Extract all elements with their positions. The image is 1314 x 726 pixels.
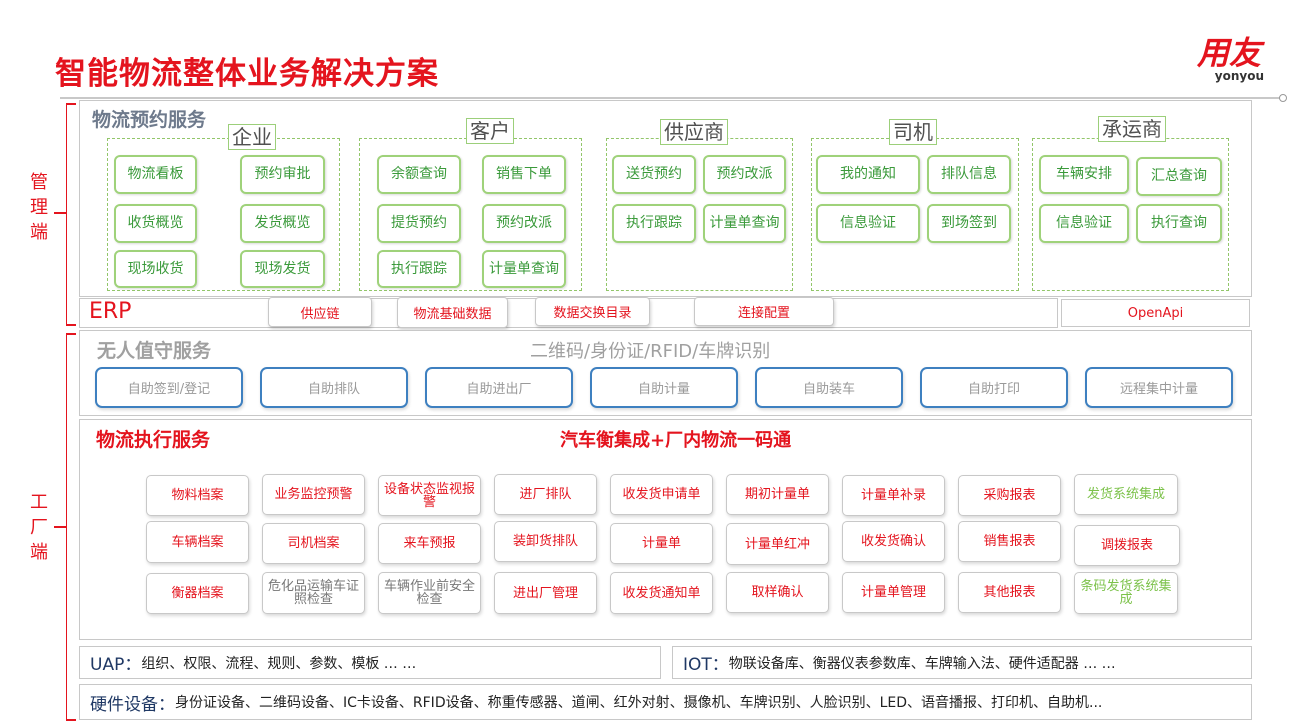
btn-scale-file[interactable]: 衡器档案: [146, 573, 249, 614]
iot-bar: IOT： 物联设备库、衡器仪表参数库、车牌输入法、硬件适配器 … …: [672, 646, 1252, 679]
btn-onsite-receipt[interactable]: 现场收货: [114, 250, 197, 288]
bracket-tick: [66, 324, 76, 326]
bracket-tick: [66, 103, 76, 105]
btn-shipping-confirm[interactable]: 收发货确认: [842, 521, 945, 562]
btn-remote-weigh[interactable]: 远程集中计量: [1085, 367, 1233, 408]
btn-self-checkin[interactable]: 自助签到/登记: [95, 367, 243, 408]
btn-arrival-checkin[interactable]: 到场签到: [927, 204, 1011, 243]
btn-execution-tracking[interactable]: 执行跟踪: [377, 250, 461, 288]
execution-service-subtitle: 汽车衡集成+厂内物流一码通: [560, 430, 792, 451]
booking-service-title: 物流预约服务: [92, 109, 207, 131]
btn-queue-info[interactable]: 排队信息: [927, 155, 1011, 194]
uap-text: 组织、权限、流程、规则、参数、模板 … …: [141, 655, 417, 672]
btn-driver-file[interactable]: 司机档案: [262, 523, 365, 564]
btn-barcode-integration[interactable]: 条码发货系统集成: [1074, 572, 1178, 614]
bracket-tick: [54, 526, 66, 528]
btn-summary-query[interactable]: 汇总查询: [1136, 157, 1222, 196]
btn-self-queue[interactable]: 自助排队: [260, 367, 408, 408]
execution-service-title: 物流执行服务: [96, 429, 211, 451]
btn-self-weigh[interactable]: 自助计量: [590, 367, 738, 408]
btn-booking-approval[interactable]: 预约审批: [240, 155, 325, 194]
btn-supplier-reassign[interactable]: 预约改派: [703, 155, 786, 194]
erp-supply-chain[interactable]: 供应链: [268, 297, 372, 327]
btn-business-alert[interactable]: 业务监控预警: [262, 474, 365, 515]
btn-carrier-verify[interactable]: 信息验证: [1039, 204, 1129, 243]
iot-text: 物联设备库、衡器仪表参数库、车牌输入法、硬件适配器 … …: [728, 655, 1116, 672]
btn-vehicle-arrange[interactable]: 车辆安排: [1039, 155, 1129, 194]
erp-connection-config[interactable]: 连接配置: [694, 297, 834, 326]
btn-transfer-report[interactable]: 调拨报表: [1074, 525, 1180, 566]
btn-onsite-delivery[interactable]: 现场发货: [240, 250, 325, 288]
btn-my-notices[interactable]: 我的通知: [816, 155, 920, 194]
openapi-box[interactable]: OpenApi: [1061, 299, 1250, 327]
btn-ticket-management[interactable]: 计量单管理: [842, 572, 945, 613]
management-bracket: [66, 103, 67, 325]
header-divider-dot: [1279, 94, 1287, 102]
btn-vehicle-file[interactable]: 车辆档案: [146, 521, 249, 563]
btn-logistics-board[interactable]: 物流看板: [114, 155, 197, 194]
management-label: 管理端: [30, 172, 48, 243]
erp-exchange-catalog[interactable]: 数据交换目录: [535, 297, 650, 326]
bracket-tick: [66, 719, 76, 721]
btn-sampling-confirm[interactable]: 取样确认: [726, 572, 829, 613]
btn-driver-verify[interactable]: 信息验证: [816, 204, 920, 243]
btn-pickup-booking[interactable]: 提货预约: [377, 204, 461, 243]
btn-booking-reassign[interactable]: 预约改派: [482, 204, 566, 243]
btn-ticket-supplement[interactable]: 计量单补录: [842, 475, 945, 516]
btn-shipping-integration[interactable]: 发货系统集成: [1074, 474, 1178, 515]
btn-supplier-tracking[interactable]: 执行跟踪: [612, 204, 696, 243]
group-carrier-title: 承运商: [1098, 116, 1166, 142]
unmanned-service-title: 无人值守服务: [97, 340, 212, 362]
uap-bar: UAP： 组织、权限、流程、规则、参数、模板 … …: [79, 646, 661, 679]
btn-pre-operation-check[interactable]: 车辆作业前安全检查: [378, 572, 481, 614]
erp-base-data[interactable]: 物流基础数据: [397, 297, 508, 328]
group-customer-title: 客户: [466, 118, 514, 144]
btn-weigh-ticket[interactable]: 计量单: [610, 523, 713, 564]
btn-supplier-ticket-query[interactable]: 计量单查询: [703, 204, 786, 243]
btn-sales-order[interactable]: 销售下单: [482, 155, 566, 194]
btn-delivery-booking[interactable]: 送货预约: [612, 155, 696, 194]
page-title: 智能物流整体业务解决方案: [55, 56, 439, 92]
btn-entry-queue[interactable]: 进厂排队: [494, 474, 597, 515]
btn-shipping-notice[interactable]: 收发货通知单: [610, 572, 713, 614]
btn-weigh-ticket-query[interactable]: 计量单查询: [482, 250, 566, 288]
btn-shipping-request[interactable]: 收发货申请单: [610, 474, 713, 515]
header-divider: [60, 97, 1282, 99]
btn-sales-report[interactable]: 销售报表: [958, 521, 1061, 562]
btn-initial-ticket[interactable]: 期初计量单: [726, 474, 829, 515]
factory-bracket: [66, 333, 67, 720]
btn-ticket-reverse[interactable]: 计量单红冲: [726, 523, 829, 565]
btn-self-gate[interactable]: 自助进出厂: [425, 367, 573, 408]
logo-cn: 用友: [1196, 34, 1261, 72]
iot-label: IOT：: [683, 655, 729, 675]
btn-hazmat-check[interactable]: 危化品运输车证照检查: [262, 572, 365, 614]
btn-other-report[interactable]: 其他报表: [958, 572, 1061, 613]
hardware-label: 硬件设备：: [90, 694, 175, 715]
group-enterprise-title: 企业: [228, 124, 276, 150]
btn-self-loading[interactable]: 自助装车: [755, 367, 903, 408]
btn-execution-query[interactable]: 执行查询: [1136, 204, 1222, 243]
group-supplier-title: 供应商: [660, 119, 728, 145]
btn-gate-management[interactable]: 进出厂管理: [494, 572, 597, 614]
unmanned-service-subtitle: 二维码/身份证/RFID/车牌识别: [530, 341, 771, 362]
btn-balance-query[interactable]: 余额查询: [377, 155, 461, 194]
yonyou-logo: 用友 yonyou: [1188, 36, 1270, 82]
factory-label: 工厂端: [30, 492, 48, 563]
uap-label: UAP：: [90, 655, 142, 675]
btn-vehicle-forecast[interactable]: 来车预报: [378, 523, 481, 564]
btn-device-alarm[interactable]: 设备状态监视报警: [378, 475, 481, 516]
btn-self-print[interactable]: 自助打印: [920, 367, 1068, 408]
group-driver-title: 司机: [889, 119, 937, 145]
btn-purchase-report[interactable]: 采购报表: [958, 475, 1061, 516]
bracket-tick: [54, 212, 66, 214]
btn-material-file[interactable]: 物料档案: [146, 475, 249, 516]
hardware-bar: 硬件设备： 身份证设备、二维码设备、IC卡设备、RFID设备、称重传感器、道闸、红…: [79, 684, 1252, 720]
btn-delivery-overview[interactable]: 发货概览: [240, 204, 325, 243]
erp-label: ERP: [89, 299, 132, 324]
hardware-text: 身份证设备、二维码设备、IC卡设备、RFID设备、称重传感器、道闸、红外对射、摄…: [175, 695, 1103, 711]
btn-receipt-overview[interactable]: 收货概览: [114, 204, 197, 243]
btn-loading-queue[interactable]: 装卸货排队: [494, 521, 597, 562]
bracket-tick: [66, 333, 76, 335]
